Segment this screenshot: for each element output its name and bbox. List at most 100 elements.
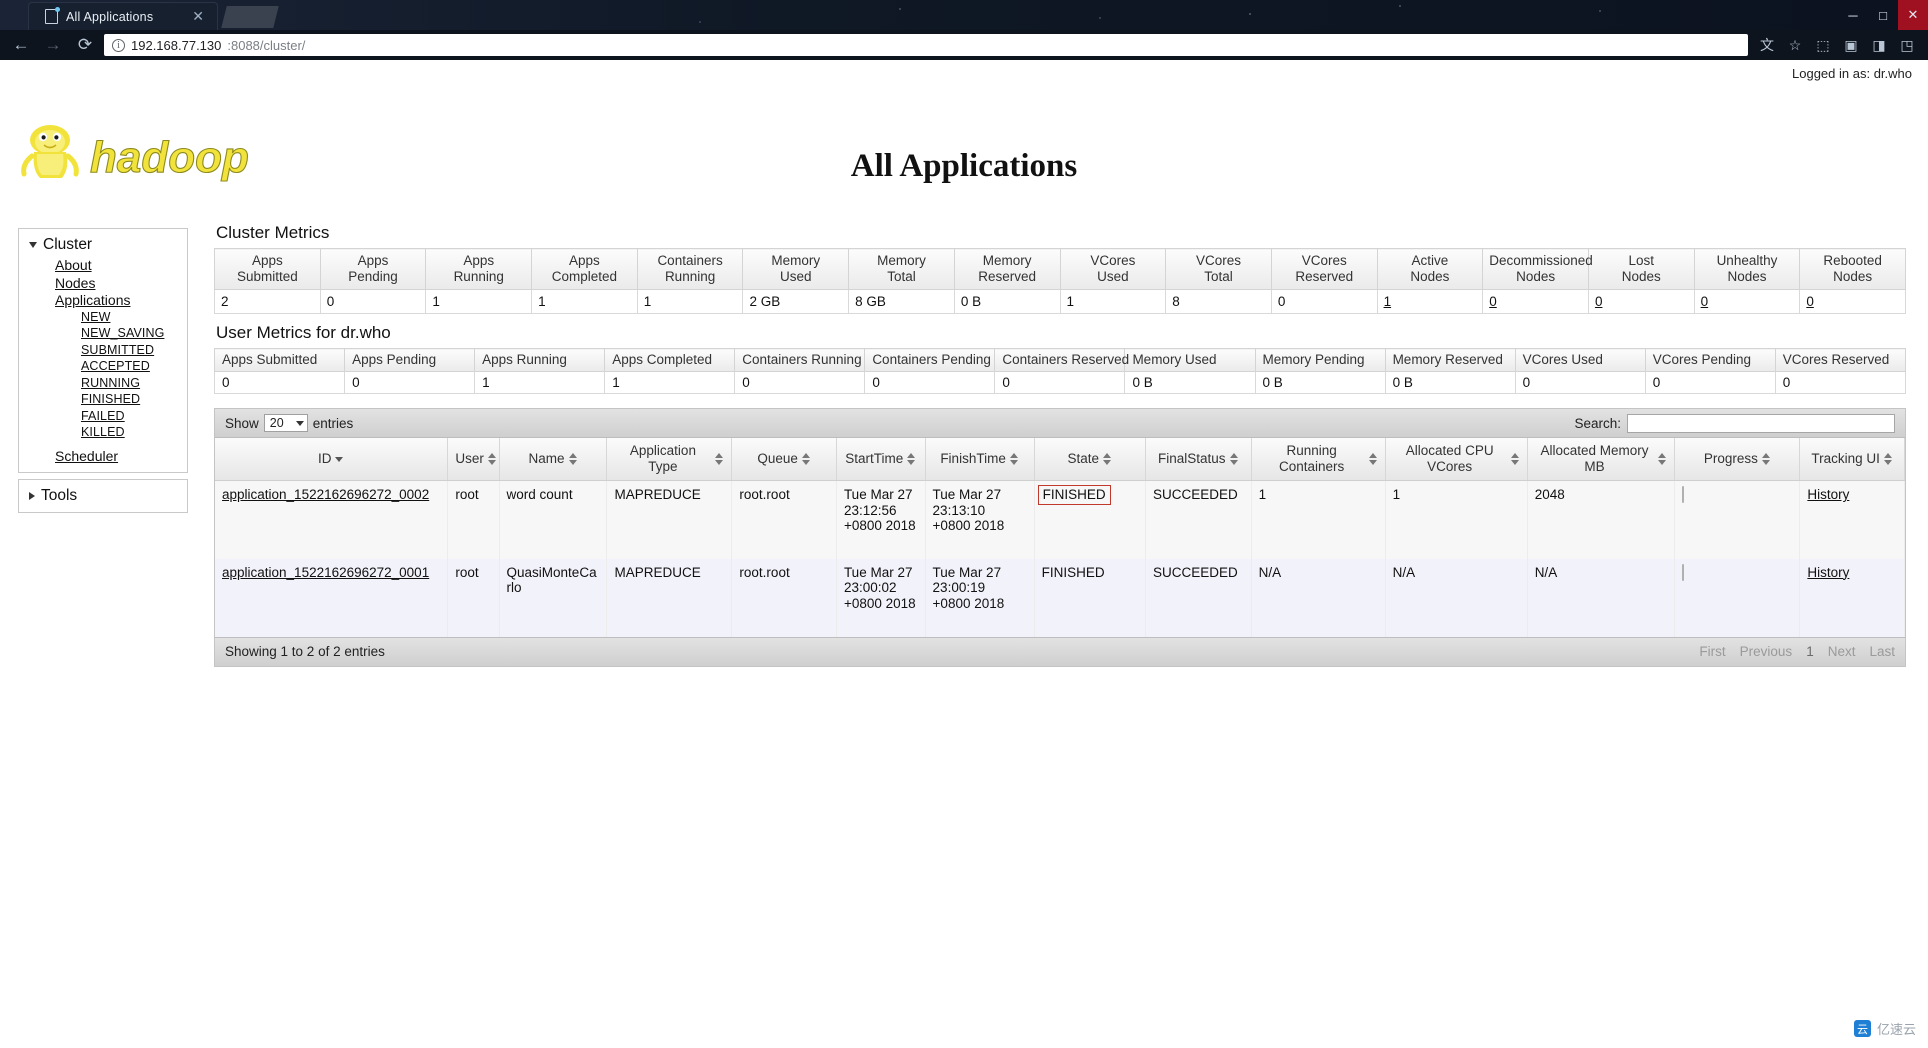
page-length-select[interactable]: 20 xyxy=(263,414,308,432)
col-header-user[interactable]: User xyxy=(447,438,500,481)
sidebar-item-about[interactable]: About xyxy=(19,257,187,275)
cm-h1a: Apps xyxy=(357,253,389,268)
col-header-finishtime[interactable]: FinishTime xyxy=(925,438,1035,481)
sidebar-item-scheduler[interactable]: Scheduler xyxy=(19,442,187,466)
cm-col-active-nodes: Active Nodes xyxy=(1376,248,1484,290)
col-header-tracking-ui[interactable]: Tracking UI xyxy=(1799,438,1905,481)
sidebar-item-finished[interactable]: FINISHED xyxy=(19,392,187,409)
cm-h13a: Lost xyxy=(1628,253,1655,268)
reload-icon[interactable]: ⟳ xyxy=(72,32,98,58)
cm-h8a: VCores xyxy=(1090,253,1136,268)
paging-page-1[interactable]: 1 xyxy=(1806,644,1814,659)
col-header-application-type[interactable]: Application Type xyxy=(606,438,733,481)
translate-icon[interactable]: 文 xyxy=(1754,32,1780,58)
col-header-running-containers[interactable]: Running Containers xyxy=(1251,438,1386,481)
sort-both-icon xyxy=(907,452,916,466)
paging-next[interactable]: Next xyxy=(1828,644,1856,659)
cell-name: word count xyxy=(499,480,608,559)
col-header-queue[interactable]: Queue xyxy=(731,438,837,481)
sort-both-icon xyxy=(1103,452,1112,466)
cm-h12a: Decommissioned xyxy=(1489,253,1593,268)
cell-name: QuasiMonteCarlo xyxy=(499,558,608,637)
um-col-apps-completed: Apps Completed xyxy=(604,348,736,372)
application-id-link[interactable]: application_1522162696272_0001 xyxy=(222,565,429,580)
paging-first[interactable]: First xyxy=(1699,644,1725,659)
sidebar-section-tools[interactable]: Tools xyxy=(19,485,187,508)
application-id-link[interactable]: application_1522162696272_0002 xyxy=(222,487,429,502)
sidebar-item-new-saving[interactable]: NEW_SAVING xyxy=(19,326,187,343)
sidebar-item-submitted[interactable]: SUBMITTED xyxy=(19,343,187,360)
search-input[interactable] xyxy=(1627,413,1895,433)
cm-h10a: VCores xyxy=(1301,253,1347,268)
cm-h5b: Used xyxy=(780,269,812,284)
col-header-name[interactable]: Name xyxy=(499,438,608,481)
sidebar-item-failed[interactable]: FAILED xyxy=(19,409,187,426)
new-tab-button[interactable] xyxy=(221,6,279,28)
cm-val-active-nodes[interactable]: 1 xyxy=(1384,294,1392,309)
um-col-vcores-pending: VCores Pending xyxy=(1644,348,1776,372)
cm-val-memory-reserved: 0 B xyxy=(953,289,1061,314)
menu-icon[interactable]: ◳ xyxy=(1894,32,1920,58)
maximize-icon[interactable]: □ xyxy=(1868,0,1898,30)
cell-state: FINISHED xyxy=(1034,558,1146,637)
cm-col-apps-running: Apps Running xyxy=(425,248,533,290)
sidebar-section-tools-label: Tools xyxy=(41,487,78,504)
sidebar-item-accepted[interactable]: ACCEPTED xyxy=(19,359,187,376)
cm-h7b: Reserved xyxy=(978,269,1037,284)
sidebar-item-running[interactable]: RUNNING xyxy=(19,376,187,393)
cm-val-rebooted-nodes[interactable]: 0 xyxy=(1806,294,1814,309)
back-icon[interactable]: ← xyxy=(8,32,34,58)
col-header-state[interactable]: State xyxy=(1034,438,1146,481)
col-header-progress[interactable]: Progress xyxy=(1674,438,1801,481)
address-bar[interactable]: i 192.168.77.130:8088/cluster/ xyxy=(104,34,1748,56)
cm-col-memory-used: Memory Used xyxy=(742,248,850,290)
minimize-icon[interactable]: ─ xyxy=(1838,0,1868,30)
browser-tab-all-applications[interactable]: All Applications ✕ xyxy=(28,2,218,30)
cm-col-rebooted-nodes: Rebooted Nodes xyxy=(1799,248,1906,290)
um-val-containers-reserved: 0 xyxy=(994,371,1126,394)
extension-icon-2[interactable]: ▣ xyxy=(1838,32,1864,58)
site-info-icon[interactable]: i xyxy=(112,38,125,52)
extension-icon-1[interactable]: ⬚ xyxy=(1810,32,1836,58)
col-header-finalstatus[interactable]: FinalStatus xyxy=(1145,438,1252,481)
um-val-vcores-pending: 0 xyxy=(1644,371,1776,394)
paging-previous[interactable]: Previous xyxy=(1740,644,1793,659)
sidebar-item-nodes[interactable]: Nodes xyxy=(19,275,187,293)
browser-chrome: All Applications ✕ ─ □ ✕ ← → ⟳ i 192.168… xyxy=(0,0,1928,60)
main-content: Cluster Metrics Apps Submitted Apps Pendin… xyxy=(206,223,1908,667)
close-icon[interactable]: ✕ xyxy=(189,8,207,25)
cm-col-apps-pending: Apps Pending xyxy=(319,248,427,290)
cm-val-unhealthy-nodes[interactable]: 0 xyxy=(1701,294,1709,309)
col-header-allocated-memory-mb[interactable]: Allocated Memory MB xyxy=(1527,438,1676,481)
tracking-history-link[interactable]: History xyxy=(1807,565,1849,580)
cell-user: root xyxy=(447,480,500,559)
col-header-id[interactable]: ID xyxy=(215,438,449,481)
cm-val-decommissioned-nodes[interactable]: 0 xyxy=(1489,294,1497,309)
sidebar-section-cluster[interactable]: Cluster xyxy=(19,234,187,257)
sidebar-item-new[interactable]: NEW xyxy=(19,310,187,327)
cell-running-containers: N/A xyxy=(1251,558,1386,637)
forward-icon[interactable]: → xyxy=(40,32,66,58)
col-label-tracking-ui: Tracking UI xyxy=(1811,451,1880,466)
tracking-history-link[interactable]: History xyxy=(1807,487,1849,502)
col-header-starttime[interactable]: StartTime xyxy=(836,438,926,481)
um-val-memory-used: 0 B xyxy=(1124,371,1256,394)
applications-table: ID User Name Application Type Queue Star… xyxy=(215,438,1905,637)
col-header-allocated-cpu-vcores[interactable]: Allocated CPU VCores xyxy=(1385,438,1528,481)
bookmark-star-icon[interactable]: ☆ xyxy=(1782,32,1808,58)
extension-icon-3[interactable]: ◨ xyxy=(1866,32,1892,58)
paging-last[interactable]: Last xyxy=(1869,644,1895,659)
sidebar-tools-box: Tools xyxy=(18,479,188,513)
cm-col-vcores-used: VCores Used xyxy=(1059,248,1167,290)
table-row[interactable]: application_1522162696272_0002 root word… xyxy=(215,480,1905,559)
user-metrics-value-row: 0 0 1 1 0 0 0 0 B 0 B 0 B 0 0 0 xyxy=(213,371,1907,394)
sidebar-item-killed[interactable]: KILLED xyxy=(19,425,187,442)
browser-toolbar-right: 文 ☆ ⬚ ▣ ◨ ◳ xyxy=(1754,32,1920,58)
user-metrics-header-row: Apps Submitted Apps Pending Apps Running… xyxy=(213,348,1907,372)
cm-val-apps-running: 1 xyxy=(425,289,533,314)
sidebar-item-applications[interactable]: Applications xyxy=(19,292,187,310)
table-row[interactable]: application_1522162696272_0001 root Quas… xyxy=(215,558,1905,637)
close-window-icon[interactable]: ✕ xyxy=(1898,0,1928,30)
datatable-length-control: Show 20 entries xyxy=(225,414,353,432)
cm-val-lost-nodes[interactable]: 0 xyxy=(1595,294,1603,309)
